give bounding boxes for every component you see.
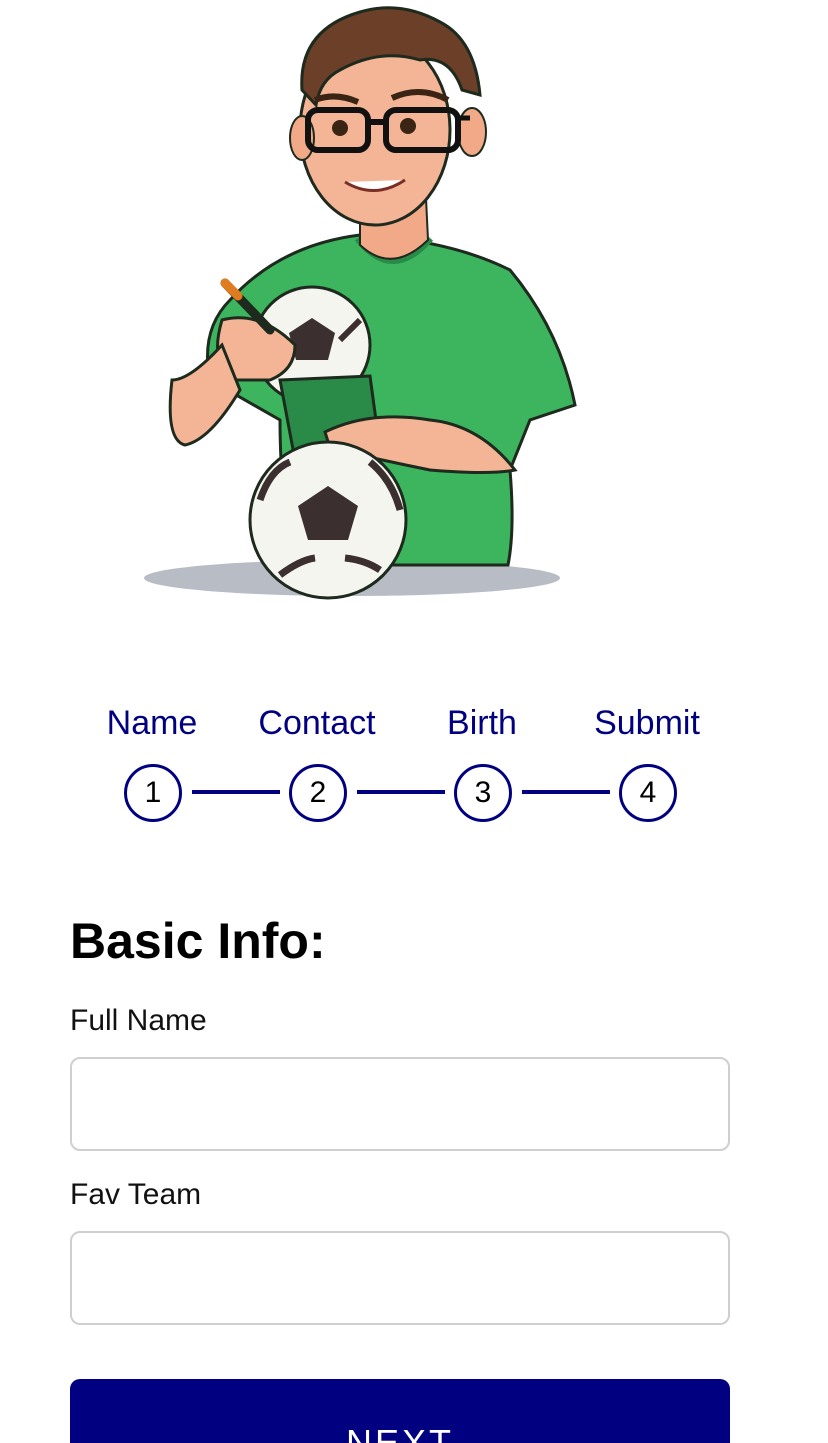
step-connector — [522, 790, 610, 794]
step-label-submit: Submit — [594, 704, 700, 742]
progress-stepper: Name Contact Birth Submit 1 2 3 4 — [0, 700, 828, 830]
next-button[interactable]: NEXT — [70, 1379, 730, 1443]
fav-team-label: Fav Team — [70, 1178, 202, 1211]
step-connector — [192, 790, 280, 794]
step-label-birth: Birth — [447, 704, 517, 742]
fav-team-input[interactable] — [70, 1231, 730, 1325]
step-circle-2: 2 — [289, 764, 347, 822]
step-circle-1: 1 — [124, 764, 182, 822]
full-name-input[interactable] — [70, 1057, 730, 1151]
step-label-contact: Contact — [258, 704, 376, 742]
hero-illustration — [130, 0, 600, 610]
basic-info-form: Basic Info: Full Name Fav Team — [70, 905, 730, 1325]
step-circle-4: 4 — [619, 764, 677, 822]
form-title: Basic Info: — [70, 913, 326, 969]
step-connector — [357, 790, 445, 794]
soccer-fan-illustration — [144, 6, 577, 600]
step-label-name: Name — [106, 704, 198, 742]
step-circle-3: 3 — [454, 764, 512, 822]
full-name-label: Full Name — [70, 1004, 207, 1037]
signup-page: Name Contact Birth Submit 1 2 3 4 Basic … — [0, 0, 828, 1443]
